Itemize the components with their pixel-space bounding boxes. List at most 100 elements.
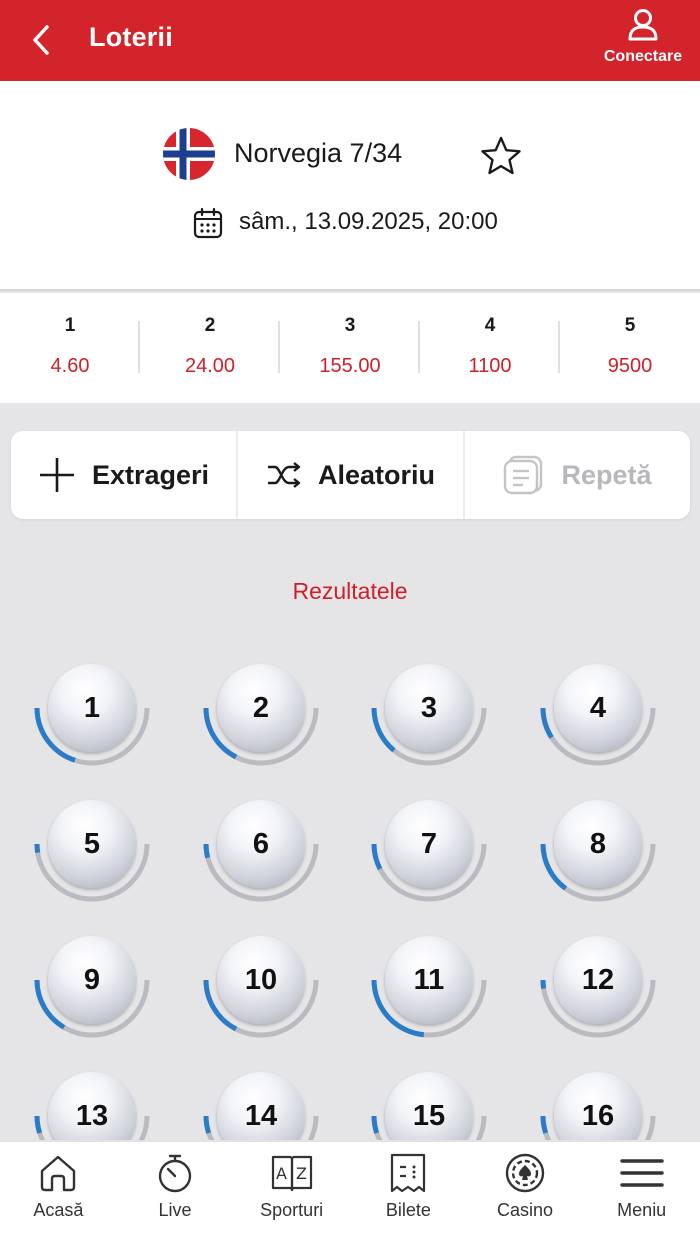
odds-cell: 2 24.00 [140, 293, 280, 403]
odds-hits: 5 [624, 315, 636, 336]
svg-text:Z: Z [296, 1164, 307, 1183]
ball-number: 1 [48, 664, 136, 752]
odds-table: 1 4.60 2 24.00 3 155.00 4 1100 5 9500 [0, 293, 700, 403]
number-grid: 1 2 3 4 5 6 7 8 9 10 11 12 13 14 15 16 [0, 640, 700, 1140]
ball-number: 11 [385, 936, 473, 1024]
nav-tickets[interactable]: Bilete [350, 1142, 467, 1233]
login-button[interactable]: Conectare [598, 6, 688, 74]
odds-hits: 2 [204, 315, 216, 336]
norway-flag-icon [163, 128, 215, 180]
star-icon [481, 136, 521, 175]
odds-cell: 3 155.00 [280, 293, 420, 403]
ball-number: 9 [48, 936, 136, 1024]
random-label: Aleatoriu [317, 459, 436, 490]
frequency-arc [540, 979, 547, 989]
frequency-arc [371, 1115, 380, 1134]
nav-label: Casino [497, 1200, 554, 1220]
nav-home[interactable]: Acasă [0, 1142, 117, 1233]
nav-casino[interactable]: Casino [467, 1142, 584, 1233]
odds-value: 1100 [468, 355, 512, 377]
top-bar: Loterii Conectare [0, 0, 700, 81]
favorite-button[interactable] [478, 133, 524, 179]
frequency-arc [203, 1115, 212, 1134]
nav-label: Meniu [617, 1200, 667, 1220]
nav-live[interactable]: Live [117, 1142, 234, 1233]
nav-sports[interactable]: A Z Sporturi [233, 1142, 350, 1233]
chevron-left-icon [33, 25, 49, 55]
ball-number: 4 [554, 664, 642, 752]
login-label: Conectare [603, 48, 683, 65]
number-ball-12[interactable]: 12 [532, 924, 672, 1064]
nav-label: Sporturi [260, 1200, 324, 1220]
svg-text:A: A [276, 1164, 287, 1183]
frequency-arc [203, 843, 211, 859]
frequency-arc [34, 843, 41, 853]
frequency-arc [371, 843, 383, 871]
nav-menu[interactable]: Meniu [583, 1142, 700, 1233]
random-button[interactable]: Aleatoriu [236, 431, 463, 519]
plus-icon [39, 458, 74, 492]
odds-cell: 4 1100 [420, 293, 560, 403]
page-title: Loterii [89, 22, 173, 52]
shuffle-icon [267, 462, 301, 488]
frequency-arc [540, 1115, 549, 1134]
number-ball-2[interactable]: 2 [195, 652, 335, 792]
nav-label: Bilete [385, 1200, 431, 1220]
stopwatch-icon [158, 1154, 192, 1193]
ball-number: 2 [217, 664, 305, 752]
odds-hits: 4 [484, 315, 496, 336]
number-ball-5[interactable]: 5 [26, 788, 166, 928]
action-bar: Extrageri Aleatoriu Repetă [11, 431, 690, 519]
nav-label: Live [158, 1200, 192, 1220]
number-ball-9[interactable]: 9 [26, 924, 166, 1064]
number-ball-8[interactable]: 8 [532, 788, 672, 928]
results-label: Rezultatele [292, 578, 408, 604]
ball-number: 3 [385, 664, 473, 752]
home-icon [41, 1155, 76, 1192]
draws-label: Extrageri [91, 459, 210, 490]
number-ball-16[interactable]: 16 [532, 1060, 672, 1140]
ticket-icon [391, 1153, 426, 1193]
ball-number: 10 [217, 936, 305, 1024]
frequency-arc [34, 1115, 43, 1134]
repeat-ticket-icon [504, 455, 543, 495]
odds-hits: 3 [344, 315, 356, 336]
ball-number: 7 [385, 800, 473, 888]
draws-button[interactable]: Extrageri [11, 431, 236, 519]
number-ball-7[interactable]: 7 [363, 788, 503, 928]
calendar-icon [193, 207, 223, 244]
lottery-header [0, 81, 700, 291]
frequency-arc [540, 707, 554, 739]
odds-value: 155.00 [319, 355, 381, 377]
repeat-label: Repetă [561, 459, 652, 490]
number-ball-4[interactable]: 4 [532, 652, 672, 792]
nav-label: Acasă [33, 1200, 84, 1220]
user-icon [628, 9, 658, 41]
number-ball-10[interactable]: 10 [195, 924, 335, 1064]
hamburger-icon [619, 1159, 664, 1187]
odds-hits: 1 [64, 315, 76, 336]
ball-number: 6 [217, 800, 305, 888]
odds-value: 4.60 [50, 355, 90, 377]
ball-number: 12 [554, 936, 642, 1024]
number-ball-15[interactable]: 15 [363, 1060, 503, 1140]
ball-number: 5 [48, 800, 136, 888]
odds-cell: 1 4.60 [0, 293, 140, 403]
number-ball-3[interactable]: 3 [363, 652, 503, 792]
az-book-icon: A Z [271, 1155, 312, 1192]
number-ball-6[interactable]: 6 [195, 788, 335, 928]
back-button[interactable] [26, 20, 56, 60]
bottom-navigation: Acasă Live A Z Sporturi Bilete Casino Me… [0, 1141, 700, 1233]
number-ball-14[interactable]: 14 [195, 1060, 335, 1140]
number-ball-11[interactable]: 11 [363, 924, 503, 1064]
repeat-button[interactable]: Repetă [463, 431, 690, 519]
number-ball-1[interactable]: 1 [26, 652, 166, 792]
ball-number: 8 [554, 800, 642, 888]
odds-cell: 5 9500 [560, 293, 700, 403]
odds-value: 9500 [607, 355, 653, 377]
number-ball-13[interactable]: 13 [26, 1060, 166, 1140]
draw-datetime: sâm., 13.09.2025, 20:00 [239, 208, 498, 235]
casino-chip-icon [505, 1153, 545, 1193]
odds-value: 24.00 [184, 355, 236, 377]
lottery-name: Norvegia 7/34 [234, 138, 403, 168]
